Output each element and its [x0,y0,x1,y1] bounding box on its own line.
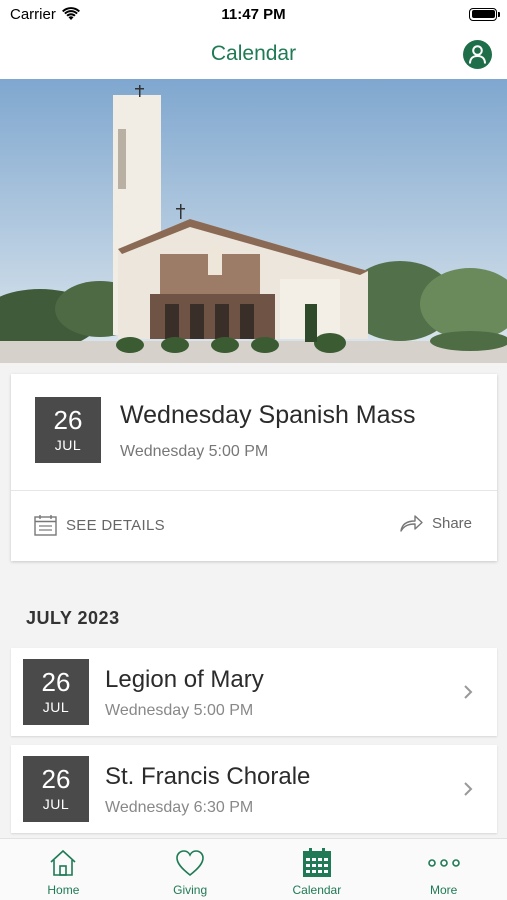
featured-event-title: Wednesday Spanish Mass [120,401,416,429]
tab-calendar[interactable]: Calendar [254,839,381,900]
date-day: 26 [41,667,71,697]
event-title: St. Francis Chorale [105,763,311,790]
tab-label: Home [47,883,80,897]
event-list-item[interactable]: 26 JUL Legion of Mary Wednesday 5:00 PM [11,648,497,736]
date-day: 26 [53,405,83,435]
event-title: Legion of Mary [105,666,264,693]
event-list-item[interactable]: 26 JUL St. Francis Chorale Wednesday 6:3… [11,745,497,833]
tab-bar: Home Giving Calendar More [0,838,507,900]
carrier-label: Carrier [10,5,56,23]
calendar-icon [302,848,331,877]
page-title: Calendar [210,41,297,65]
date-month: JUL [54,437,82,453]
share-icon [400,515,423,532]
tab-home[interactable]: Home [0,839,127,900]
profile-button[interactable] [463,40,492,69]
date-badge: 26 JUL [35,397,101,463]
tab-more[interactable]: More [380,839,507,900]
home-icon [50,849,76,876]
share-button[interactable]: Share [399,514,472,532]
status-left: Carrier [10,6,80,23]
divider [11,490,497,491]
nav-bar: Calendar [0,28,507,79]
date-day: 26 [41,764,71,794]
date-month: JUL [42,699,70,715]
date-badge: 26 JUL [23,659,89,725]
date-month: JUL [42,796,70,812]
tab-label: More [429,883,458,897]
see-details-label: SEE DETAILS [66,516,165,534]
featured-event-card[interactable]: 26 JUL Wednesday Spanish Mass Wednesday … [11,374,497,561]
chevron-right-icon [464,782,473,796]
featured-event-time: Wednesday 5:00 PM [120,443,269,460]
heart-icon [176,850,204,877]
event-time: Wednesday 5:00 PM [105,702,254,719]
church-illustration [0,79,507,363]
tab-label: Calendar [292,883,342,897]
more-icon [427,859,460,867]
share-label: Share [431,514,472,532]
see-details-button[interactable]: SEE DETAILS [34,514,165,536]
calendar-details-icon [34,515,57,536]
tab-label: Giving [173,883,208,897]
date-badge: 26 JUL [23,756,89,822]
month-section-header: JULY 2023 [26,608,120,628]
battery-icon [469,7,500,21]
user-icon [469,45,486,64]
chevron-right-icon [464,685,473,699]
hero-image [0,79,507,363]
tab-giving[interactable]: Giving [127,839,254,900]
event-time: Wednesday 6:30 PM [105,799,254,816]
wifi-icon [61,7,80,20]
status-bar: Carrier 11:47 PM [0,0,507,28]
